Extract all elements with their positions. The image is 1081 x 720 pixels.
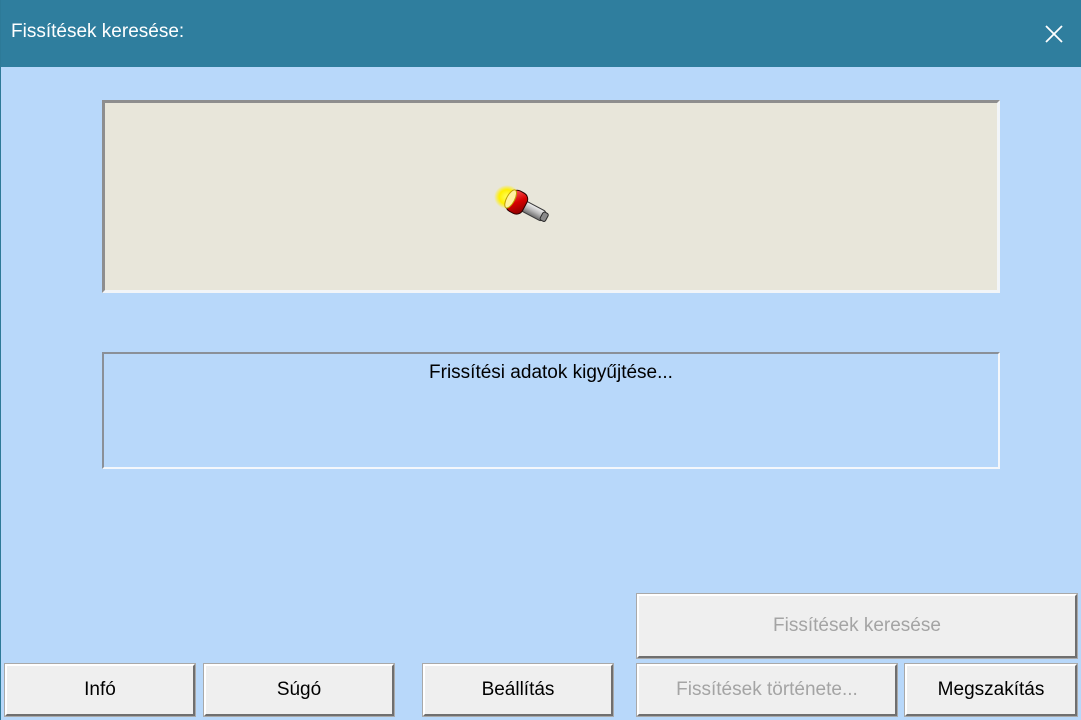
close-icon	[1045, 24, 1063, 43]
status-panel: Frissítési adatok kigyűjtése...	[102, 352, 1000, 469]
status-message: Frissítési adatok kigyűjtése...	[429, 362, 673, 383]
search-animation-panel	[102, 100, 1000, 293]
title-bar: Fissítések keresése:	[1, 0, 1081, 67]
cancel-button[interactable]: Megszakítás	[904, 663, 1078, 717]
window-title: Fissítések keresése:	[11, 21, 185, 42]
settings-button[interactable]: Beállítás	[422, 663, 614, 717]
close-button[interactable]	[1026, 0, 1081, 67]
help-button[interactable]: Súgó	[203, 663, 395, 717]
flashlight-icon	[494, 185, 549, 222]
info-button[interactable]: Infó	[4, 663, 196, 717]
update-dialog: Fissítések keresése: Frissítési adatok k…	[0, 0, 1081, 720]
update-history-button[interactable]: Fissítések története...	[636, 663, 898, 717]
search-updates-button[interactable]: Fissítések keresése	[636, 593, 1078, 659]
